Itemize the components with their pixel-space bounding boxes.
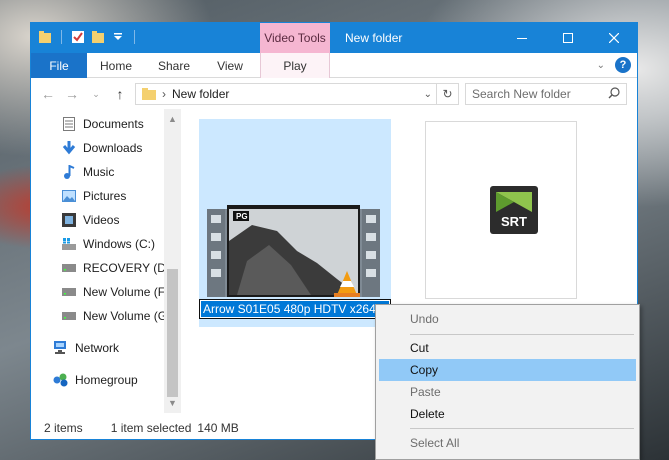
- menu-separator: [410, 428, 634, 429]
- nav-item-downloads[interactable]: Downloads: [61, 137, 142, 159]
- srt-badge: SRT: [501, 214, 527, 229]
- nav-item-windows-c[interactable]: Windows (C:): [61, 233, 155, 255]
- minimize-icon[interactable]: [499, 23, 545, 53]
- scrollbar-thumb[interactable]: [167, 269, 178, 397]
- tab-home[interactable]: Home: [91, 53, 141, 78]
- nav-item-label: New Volume (G: [83, 309, 168, 323]
- properties-icon[interactable]: [70, 29, 86, 45]
- navigation-pane: Documents Downloads Music Pictures Video…: [31, 109, 181, 413]
- folder-icon[interactable]: [37, 29, 53, 45]
- maximize-icon[interactable]: [545, 23, 591, 53]
- search-placeholder: Search New folder: [472, 87, 571, 101]
- nav-item-documents[interactable]: Documents: [61, 113, 144, 135]
- nav-item-label: Documents: [83, 117, 144, 131]
- nav-item-label: Videos: [83, 213, 120, 227]
- recent-locations-icon[interactable]: ⌄: [87, 85, 105, 103]
- homegroup-icon: [53, 372, 69, 388]
- breadcrumb-new-folder[interactable]: New folder: [172, 87, 229, 101]
- folder-icon: [142, 88, 156, 100]
- video-thumbnail: PG: [207, 201, 380, 305]
- nav-item-recovery-d[interactable]: RECOVERY (D:): [61, 257, 173, 279]
- video-tools-context-label: Video Tools: [260, 23, 330, 53]
- drive-icon: [61, 308, 77, 324]
- address-row: ← → ⌄ ↑ › New folder ⌄ ↻ Search New fold…: [31, 79, 637, 109]
- selection-info: 1 item selected: [110, 421, 192, 435]
- window-title: New folder: [345, 31, 403, 45]
- breadcrumb-separator-icon[interactable]: ›: [162, 87, 166, 101]
- drive-icon: [61, 284, 77, 300]
- rename-input[interactable]: Arrow S01E05 480p HDTV x264: [199, 299, 391, 319]
- file-tile-subtitle[interactable]: SRT: [425, 121, 577, 299]
- documents-icon: [61, 116, 77, 132]
- nav-item-new-volume-g[interactable]: New Volume (G: [61, 305, 167, 327]
- nav-item-label: Network: [75, 341, 120, 355]
- file-tile-video[interactable]: PG: [199, 119, 391, 327]
- nav-item-label: Pictures: [83, 189, 127, 203]
- nav-item-new-volume-f[interactable]: New Volume (F: [61, 281, 165, 303]
- refresh-icon[interactable]: ↻: [436, 84, 458, 104]
- selection-size: 140 MB: [197, 421, 239, 435]
- forward-arrow-icon[interactable]: →: [63, 85, 81, 103]
- pg-badge: PG: [236, 212, 248, 221]
- nav-item-pictures[interactable]: Pictures: [61, 185, 126, 207]
- pictures-icon: [61, 188, 77, 204]
- address-bar[interactable]: › New folder ⌄ ↻: [135, 83, 459, 105]
- up-arrow-icon[interactable]: ↑: [111, 85, 129, 103]
- nav-item-label: Windows (C:): [83, 237, 156, 251]
- ribbon-controls: ⌄ ?: [597, 57, 631, 73]
- menu-item-cut[interactable]: Cut: [379, 337, 636, 359]
- search-icon: [608, 86, 620, 102]
- menu-item-paste[interactable]: Paste: [379, 381, 636, 403]
- tab-view[interactable]: View: [205, 53, 255, 78]
- menu-item-select-all[interactable]: Select All: [379, 432, 636, 454]
- qat-separator: [134, 30, 135, 44]
- menu-item-copy[interactable]: Copy: [379, 359, 636, 381]
- scroll-down-icon[interactable]: ▼: [167, 397, 178, 409]
- nav-item-music[interactable]: Music: [61, 161, 114, 183]
- downloads-icon: [61, 140, 77, 156]
- search-input[interactable]: Search New folder: [465, 83, 627, 105]
- windows-drive-icon: [61, 236, 77, 252]
- nav-item-label: New Volume (F: [83, 285, 166, 299]
- menu-item-delete[interactable]: Delete: [379, 403, 636, 425]
- address-dropdown-icon[interactable]: ⌄: [424, 89, 432, 100]
- network-icon: [53, 340, 69, 356]
- nav-item-label: RECOVERY (D:): [83, 261, 174, 275]
- scroll-up-icon[interactable]: ▲: [167, 113, 178, 125]
- customize-qat-icon[interactable]: [110, 29, 126, 45]
- help-icon[interactable]: ?: [615, 57, 631, 73]
- ribbon-tabs: File Home Share View Play ⌄ ?: [31, 53, 637, 78]
- nav-item-videos[interactable]: Videos: [61, 209, 119, 231]
- title-bar[interactable]: Video Tools New folder: [31, 23, 637, 53]
- music-icon: [61, 164, 77, 180]
- nav-item-label: Homegroup: [75, 373, 138, 387]
- srt-file-icon: SRT: [490, 186, 538, 234]
- chevron-down-icon[interactable]: ⌄: [597, 60, 605, 71]
- videos-icon: [61, 212, 77, 228]
- nav-item-homegroup[interactable]: Homegroup: [53, 369, 138, 391]
- nav-item-network[interactable]: Network: [53, 337, 119, 359]
- drive-icon: [61, 260, 77, 276]
- menu-item-undo[interactable]: Undo: [379, 308, 636, 330]
- items-count: 2 items: [44, 421, 83, 435]
- qat-separator: [61, 30, 62, 44]
- rename-selected-text: Arrow S01E05 480p HDTV x264: [201, 301, 389, 317]
- new-folder-icon[interactable]: [90, 29, 106, 45]
- quick-access-toolbar: [37, 29, 139, 45]
- close-icon[interactable]: [591, 23, 637, 53]
- nav-pane-scrollbar[interactable]: ▲ ▼: [164, 109, 181, 413]
- back-arrow-icon[interactable]: ←: [39, 85, 57, 103]
- tab-file[interactable]: File: [31, 53, 87, 78]
- nav-item-label: Music: [83, 165, 115, 179]
- menu-separator: [410, 334, 634, 335]
- context-menu: Undo Cut Copy Paste Delete Select All: [375, 304, 640, 460]
- nav-item-label: Downloads: [83, 141, 143, 155]
- tab-share[interactable]: Share: [149, 53, 199, 78]
- tab-play[interactable]: Play: [260, 53, 330, 78]
